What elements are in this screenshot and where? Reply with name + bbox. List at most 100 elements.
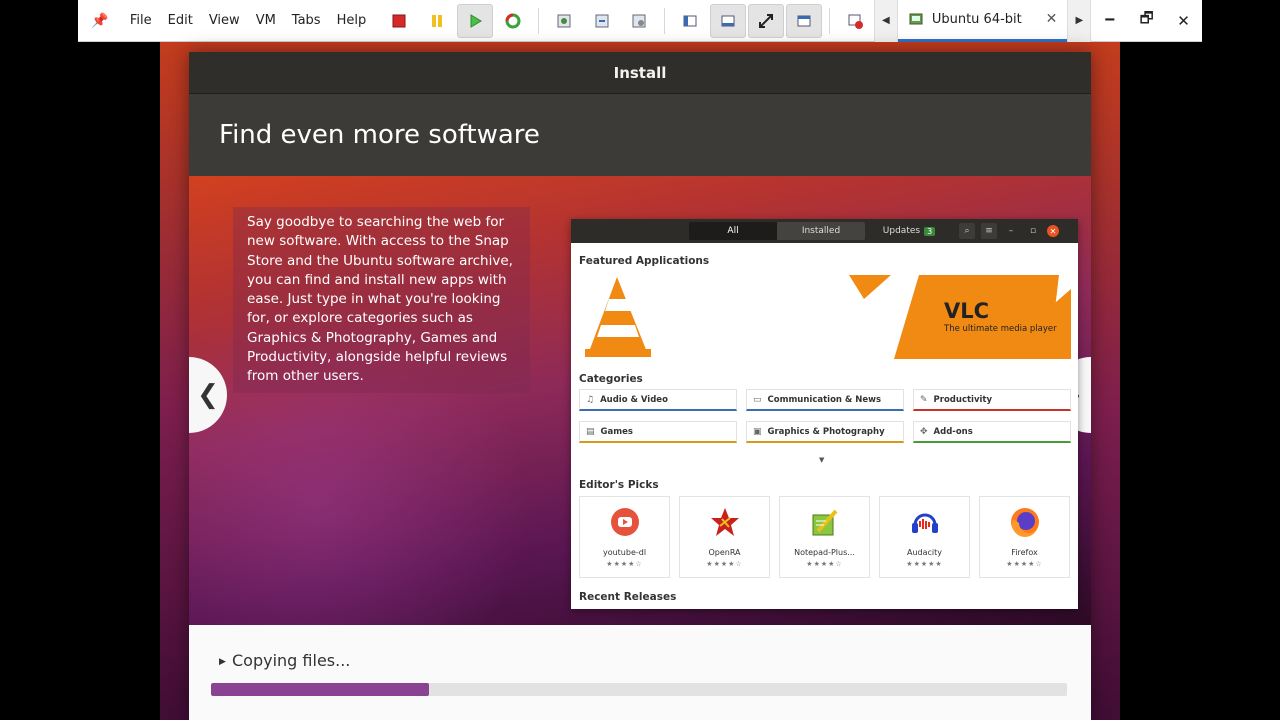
menu-help[interactable]: Help — [329, 13, 375, 28]
install-progress-bar — [211, 683, 1067, 696]
expand-categories-icon: ▼ — [819, 456, 825, 464]
audacity-icon — [912, 513, 938, 533]
store-tab-installed: Installed — [777, 222, 865, 240]
show-library-icon — [683, 15, 697, 26]
youtube-dl-icon — [611, 508, 639, 536]
installer-window: Install Find even more software Say good… — [189, 52, 1091, 720]
pick-card: Notepad-Plus... ★★★★☆ — [779, 496, 870, 578]
power-off-button[interactable] — [381, 4, 417, 38]
category-label: Audio & Video — [600, 394, 668, 405]
menu-vm[interactable]: VM — [248, 13, 284, 28]
show-library-button[interactable] — [672, 4, 708, 38]
toolbar-separator — [664, 7, 666, 34]
puzzle-icon: ✥ — [920, 426, 928, 437]
tab-label: Ubuntu 64-bit — [931, 11, 1022, 27]
menu-edit[interactable]: Edit — [160, 13, 201, 28]
store-search-icon: ⌕ — [959, 223, 975, 239]
category-label: Add-ons — [933, 426, 973, 437]
menu-view[interactable]: View — [201, 13, 248, 28]
tab-ubuntu-64-bit[interactable]: Ubuntu 64-bit ✕ — [897, 0, 1068, 42]
category-label: Communication & News — [767, 394, 882, 405]
reset-button[interactable] — [495, 4, 531, 38]
pencil-icon: ✎ — [920, 394, 928, 405]
banner-subtitle: The ultimate media player — [944, 324, 1057, 334]
power-on-button[interactable] — [456, 3, 493, 38]
close-window-icon[interactable]: ✕ — [1165, 0, 1202, 42]
toolbar-separator — [537, 7, 539, 34]
slideshow: Say goodbye to searching the web for new… — [189, 176, 1091, 625]
slide-title-bar: Find even more software — [189, 94, 1091, 176]
fullscreen-button[interactable] — [748, 3, 785, 38]
vlc-cone-icon — [585, 275, 1071, 359]
snapshot-icon — [557, 14, 571, 27]
editors-picks-heading: Editor's Picks — [579, 479, 659, 491]
tab-scroll-left-icon[interactable]: ◀ — [873, 0, 898, 42]
chat-icon: ▭ — [753, 394, 762, 405]
power-on-icon — [470, 13, 482, 28]
pin-icon[interactable]: 📌 — [78, 0, 122, 42]
store-tab-updates: Updates 3 — [865, 222, 953, 240]
suspend-button[interactable] — [419, 4, 455, 38]
category-audio-video: ♫ Audio & Video — [579, 389, 737, 411]
menu-file[interactable]: File — [122, 13, 160, 28]
category-games: ▤ Games — [579, 421, 737, 443]
updates-count-badge: 3 — [924, 226, 936, 236]
vm-menubar: File Edit View VM Tabs Help — [122, 0, 374, 42]
menu-tabs[interactable]: Tabs — [284, 13, 329, 28]
slide-text-box: Say goodbye to searching the web for new… — [233, 207, 530, 393]
chevron-left-icon: ❮ — [197, 380, 219, 410]
restore-icon[interactable]: 🗗 — [1128, 0, 1165, 42]
pick-rating: ★★★★☆ — [706, 560, 743, 568]
suspend-icon — [432, 14, 443, 27]
progress-fill — [211, 683, 430, 696]
slide-description: Say goodbye to searching the web for new… — [247, 214, 513, 385]
notepad-plus-icon — [812, 509, 838, 536]
vm-toolbar: 📌 File Edit View VM Tabs Help ◀ Ubuntu 6… — [78, 0, 1202, 42]
revert-snapshot-icon — [595, 14, 609, 27]
unity-icon — [797, 15, 811, 26]
close-vm-button[interactable] — [837, 4, 873, 38]
category-productivity: ✎ Productivity — [913, 389, 1071, 411]
revert-snapshot-button[interactable] — [584, 4, 620, 38]
vm-icon — [909, 13, 923, 25]
software-store-screenshot: All Installed Updates 3 ⌕ ≡ – ▫ ✕ Feature… — [571, 219, 1078, 609]
install-status-area: ▶ Copying files... — [189, 625, 1091, 720]
pick-name: youtube-dl — [602, 548, 647, 557]
openra-icon — [711, 508, 739, 536]
tab-close-icon[interactable]: ✕ — [1046, 11, 1058, 27]
pick-rating: ★★★★☆ — [1006, 560, 1043, 568]
featured-heading: Featured Applications — [579, 255, 710, 267]
toolbar-separator — [829, 7, 830, 34]
unity-button[interactable] — [786, 3, 822, 38]
category-label: Games — [600, 426, 633, 437]
reset-icon — [505, 13, 521, 28]
music-note-icon: ♫ — [586, 394, 595, 405]
recent-releases-heading: Recent Releases — [579, 591, 677, 603]
banner-title: VLC — [944, 299, 990, 323]
installer-header: Install — [189, 52, 1091, 94]
close-vm-icon — [848, 14, 863, 29]
snapshot-button[interactable] — [546, 4, 582, 38]
minimize-icon[interactable]: 🗕 — [1091, 0, 1128, 42]
pick-card: Audacity ★★★★★ — [879, 496, 970, 578]
category-graphics-photography: ▣ Graphics & Photography — [746, 421, 904, 443]
pick-rating: ★★★★☆ — [606, 560, 643, 568]
slide-title: Find even more software — [219, 120, 540, 150]
tab-scroll-right-icon[interactable]: ▶ — [1067, 0, 1092, 42]
expand-details-icon[interactable]: ▶ — [219, 657, 226, 667]
status-text: Copying files... — [232, 651, 351, 670]
pick-name: OpenRA — [708, 548, 741, 557]
firefox-icon — [1011, 508, 1039, 537]
store-menu-icon: ≡ — [981, 223, 997, 239]
store-close-icon: ✕ — [1047, 225, 1059, 237]
pick-card: OpenRA ★★★★☆ — [679, 496, 770, 578]
category-label: Productivity — [933, 394, 993, 405]
pick-rating: ★★★★☆ — [806, 560, 843, 568]
manage-snapshots-button[interactable] — [622, 4, 658, 38]
category-add-ons: ✥ Add-ons — [913, 421, 1071, 443]
show-thumbnail-button[interactable] — [710, 3, 747, 38]
category-communication-news: ▭ Communication & News — [746, 389, 904, 411]
image-icon: ▣ — [753, 426, 762, 437]
store-headerbar: All Installed Updates 3 ⌕ ≡ – ▫ ✕ — [571, 219, 1078, 243]
fullscreen-icon — [759, 13, 774, 28]
